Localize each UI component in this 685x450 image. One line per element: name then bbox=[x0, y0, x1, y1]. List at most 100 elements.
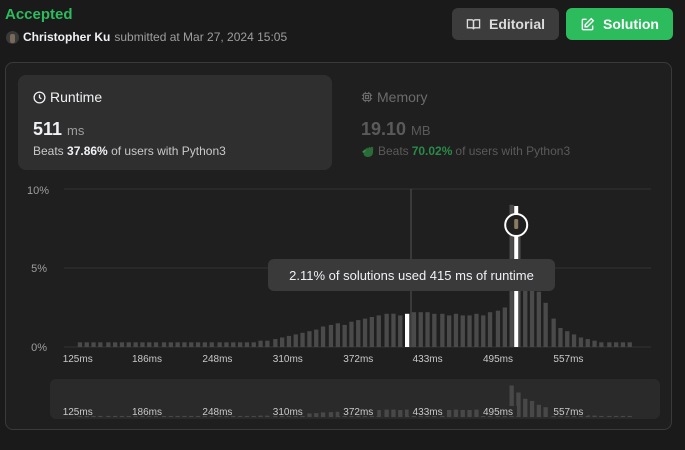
mini-bar bbox=[195, 415, 201, 417]
bar[interactable] bbox=[398, 315, 403, 347]
bar[interactable] bbox=[119, 342, 125, 347]
x-tick-label: 125ms bbox=[63, 354, 93, 365]
bar[interactable] bbox=[565, 331, 570, 347]
bar[interactable] bbox=[161, 342, 167, 347]
bar[interactable] bbox=[487, 312, 493, 347]
bar[interactable] bbox=[447, 315, 452, 347]
bar[interactable] bbox=[467, 315, 472, 347]
bar[interactable] bbox=[425, 312, 430, 347]
bar[interactable] bbox=[460, 315, 465, 347]
bar[interactable] bbox=[349, 321, 354, 347]
bar[interactable] bbox=[300, 332, 305, 347]
bar[interactable] bbox=[195, 342, 201, 347]
bar[interactable] bbox=[217, 342, 222, 347]
bar[interactable] bbox=[168, 342, 173, 347]
mini-bar bbox=[447, 410, 452, 417]
mini-bar bbox=[614, 415, 619, 417]
mini-bar bbox=[627, 415, 632, 417]
bar[interactable] bbox=[391, 313, 396, 347]
bar[interactable] bbox=[320, 326, 326, 348]
bar[interactable] bbox=[307, 331, 312, 347]
bar[interactable] bbox=[140, 342, 145, 347]
mini-bar bbox=[98, 415, 103, 417]
bar[interactable] bbox=[293, 334, 298, 347]
bar[interactable] bbox=[356, 320, 361, 347]
bar[interactable] bbox=[614, 342, 619, 347]
bar[interactable] bbox=[189, 342, 194, 347]
bar[interactable] bbox=[265, 340, 270, 347]
bar[interactable] bbox=[342, 324, 347, 347]
runtime-distribution-chart[interactable]: 10% 5% 0% 125ms 186ms 248ms 310ms 372ms 433ms… bbox=[0, 0, 685, 450]
bar[interactable] bbox=[286, 335, 292, 347]
mini-x-tick-label: 125ms bbox=[63, 407, 93, 418]
bar[interactable] bbox=[432, 313, 437, 347]
bar[interactable] bbox=[224, 342, 229, 347]
bar[interactable] bbox=[106, 342, 111, 347]
bar[interactable] bbox=[258, 340, 263, 347]
bar[interactable] bbox=[599, 342, 604, 347]
main-x-ticks: 125ms 186ms 248ms 310ms 372ms 433ms 495ms 557ms bbox=[63, 354, 584, 365]
bar[interactable] bbox=[238, 342, 243, 347]
bar[interactable] bbox=[91, 342, 96, 347]
bar[interactable] bbox=[627, 342, 632, 347]
bar[interactable] bbox=[113, 342, 118, 347]
bar[interactable] bbox=[133, 342, 138, 347]
bar[interactable] bbox=[362, 318, 368, 347]
bar[interactable] bbox=[369, 317, 374, 347]
bar[interactable] bbox=[335, 323, 340, 347]
mini-bar bbox=[391, 409, 396, 417]
bar-highlighted[interactable] bbox=[405, 313, 410, 347]
bar[interactable] bbox=[231, 342, 236, 347]
mini-bar bbox=[536, 404, 541, 418]
mini-bar bbox=[126, 415, 131, 417]
bar[interactable] bbox=[607, 342, 612, 347]
bar[interactable] bbox=[175, 342, 180, 347]
mini-bar bbox=[175, 415, 180, 417]
bar[interactable] bbox=[592, 340, 597, 347]
bar[interactable] bbox=[474, 313, 479, 347]
bar[interactable] bbox=[147, 342, 152, 347]
bar[interactable] bbox=[126, 342, 131, 347]
bar[interactable] bbox=[182, 342, 187, 347]
bar[interactable] bbox=[273, 339, 278, 347]
bar[interactable] bbox=[244, 342, 250, 347]
bar[interactable] bbox=[558, 328, 563, 347]
bar[interactable] bbox=[551, 318, 556, 347]
mini-bar bbox=[529, 400, 535, 417]
bar[interactable] bbox=[571, 334, 577, 347]
mini-x-tick-label: 495ms bbox=[483, 407, 513, 418]
bar[interactable] bbox=[376, 315, 381, 347]
bar[interactable] bbox=[280, 337, 285, 348]
bar[interactable] bbox=[328, 324, 334, 347]
mini-bar bbox=[314, 413, 319, 417]
bar[interactable] bbox=[251, 342, 256, 347]
bar[interactable] bbox=[543, 302, 548, 347]
bar[interactable] bbox=[411, 312, 417, 347]
mini-bar bbox=[161, 415, 167, 417]
bar[interactable] bbox=[209, 342, 214, 347]
bar[interactable] bbox=[77, 342, 83, 347]
bar[interactable] bbox=[84, 342, 89, 347]
bar[interactable] bbox=[453, 313, 459, 347]
bar[interactable] bbox=[536, 291, 541, 347]
bar[interactable] bbox=[495, 310, 501, 347]
y-tick-label: 0% bbox=[31, 342, 47, 354]
bar[interactable] bbox=[418, 312, 423, 347]
bar[interactable] bbox=[440, 313, 445, 347]
bar[interactable] bbox=[384, 313, 389, 347]
mini-bar bbox=[244, 415, 250, 417]
bar[interactable] bbox=[153, 342, 159, 347]
bar[interactable] bbox=[578, 337, 584, 348]
bar[interactable] bbox=[98, 342, 103, 347]
mini-bar bbox=[474, 409, 479, 417]
bar[interactable] bbox=[481, 315, 486, 347]
mini-x-tick-label: 557ms bbox=[553, 407, 583, 418]
bar[interactable] bbox=[314, 329, 319, 347]
bar[interactable] bbox=[585, 339, 590, 347]
mini-bar bbox=[460, 410, 465, 417]
bar[interactable] bbox=[620, 342, 626, 347]
bar[interactable] bbox=[502, 307, 507, 348]
bar[interactable] bbox=[202, 342, 207, 347]
y-tick-label: 10% bbox=[27, 185, 49, 197]
mini-bar bbox=[168, 415, 173, 417]
